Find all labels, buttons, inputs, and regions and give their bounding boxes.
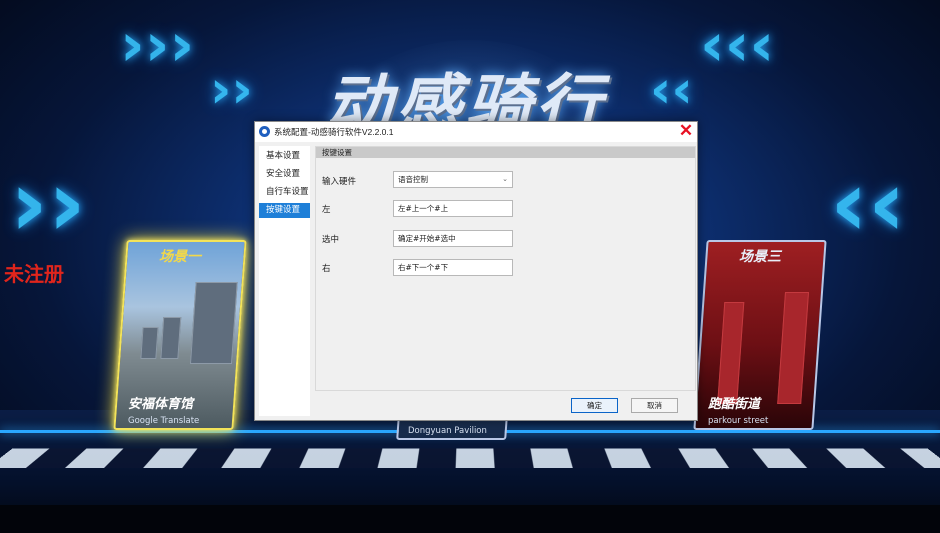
scene-card-subtitle: parkour street [708, 416, 769, 426]
sidebar-item-basic[interactable]: 基本设置 [259, 149, 310, 164]
chevron-decor-icon: ‹‹ [830, 150, 906, 257]
settings-dialog: 系统配置-动感骑行软件V2.2.0.1 ✕ 基本设置 安全设置 自行车设置 按键… [254, 121, 698, 421]
app-icon [259, 126, 270, 137]
input-hardware-label: 输入硬件 [322, 177, 357, 187]
checkered-track [0, 448, 940, 469]
input-hardware-select[interactable]: 语音控制 ⌄ [393, 171, 513, 188]
building-image [189, 282, 238, 364]
building-image [777, 292, 810, 404]
section-header: 按键设置 [316, 147, 695, 158]
sidebar-item-bike[interactable]: 自行车设置 [259, 185, 310, 200]
select-key-input[interactable]: 确定#开始#选中 [393, 230, 513, 247]
left-key-input[interactable]: 左#上一个#上 [393, 200, 513, 217]
right-key-label: 右 [322, 264, 331, 274]
select-key-label: 选中 [322, 235, 340, 245]
right-key-input[interactable]: 右#下一个#下 [393, 259, 513, 276]
scene-card-3[interactable]: 场景三 跑酷街道 parkour street [693, 240, 827, 430]
chevron-decor-icon: ‹‹ [650, 60, 693, 120]
close-icon[interactable]: ✕ [677, 120, 695, 140]
scene-card-title: 场景三 [739, 249, 781, 265]
scene-card-title: 场景一 [159, 249, 201, 265]
scene-card-subtitle: Google Translate [128, 416, 200, 426]
sidebar-item-safety[interactable]: 安全设置 [259, 167, 310, 182]
dialog-titlebar[interactable]: 系统配置-动感骑行软件V2.2.0.1 ✕ [255, 120, 697, 142]
building-image [140, 327, 159, 359]
cancel-button[interactable]: 取消 [631, 398, 678, 413]
input-hardware-value: 语音控制 [398, 175, 428, 184]
chevron-decor-icon: ›› [10, 150, 86, 257]
chevron-decor-icon: ›› [210, 60, 253, 120]
scene-card-1[interactable]: 场景一 安福体育馆 Google Translate [113, 240, 247, 430]
chevron-decor-icon: ‹‹‹ [700, 10, 775, 80]
chevron-decor-icon: ››› [120, 10, 195, 80]
sidebar-item-keys[interactable]: 按键设置 [259, 203, 310, 218]
scene-card-name: 安福体育馆 [128, 397, 194, 412]
settings-content: 按键设置 输入硬件 语音控制 ⌄ 左 左#上一个#上 选中 确定#开始#选中 右… [315, 146, 696, 391]
scene-card-name: 跑酷街道 [708, 397, 761, 412]
building-image [160, 317, 182, 359]
scene-card-subtitle: Dongyuan Pavilion [408, 426, 487, 436]
settings-sidebar: 基本设置 安全设置 自行车设置 按键设置 [259, 146, 310, 416]
dialog-title: 系统配置-动感骑行软件V2.2.0.1 [274, 127, 394, 137]
ok-button[interactable]: 确定 [571, 398, 618, 413]
bottom-bar [0, 505, 940, 533]
left-key-label: 左 [322, 205, 331, 215]
building-image [717, 302, 745, 404]
unregistered-label: 未注册 [4, 262, 64, 286]
chevron-down-icon: ⌄ [502, 175, 508, 183]
